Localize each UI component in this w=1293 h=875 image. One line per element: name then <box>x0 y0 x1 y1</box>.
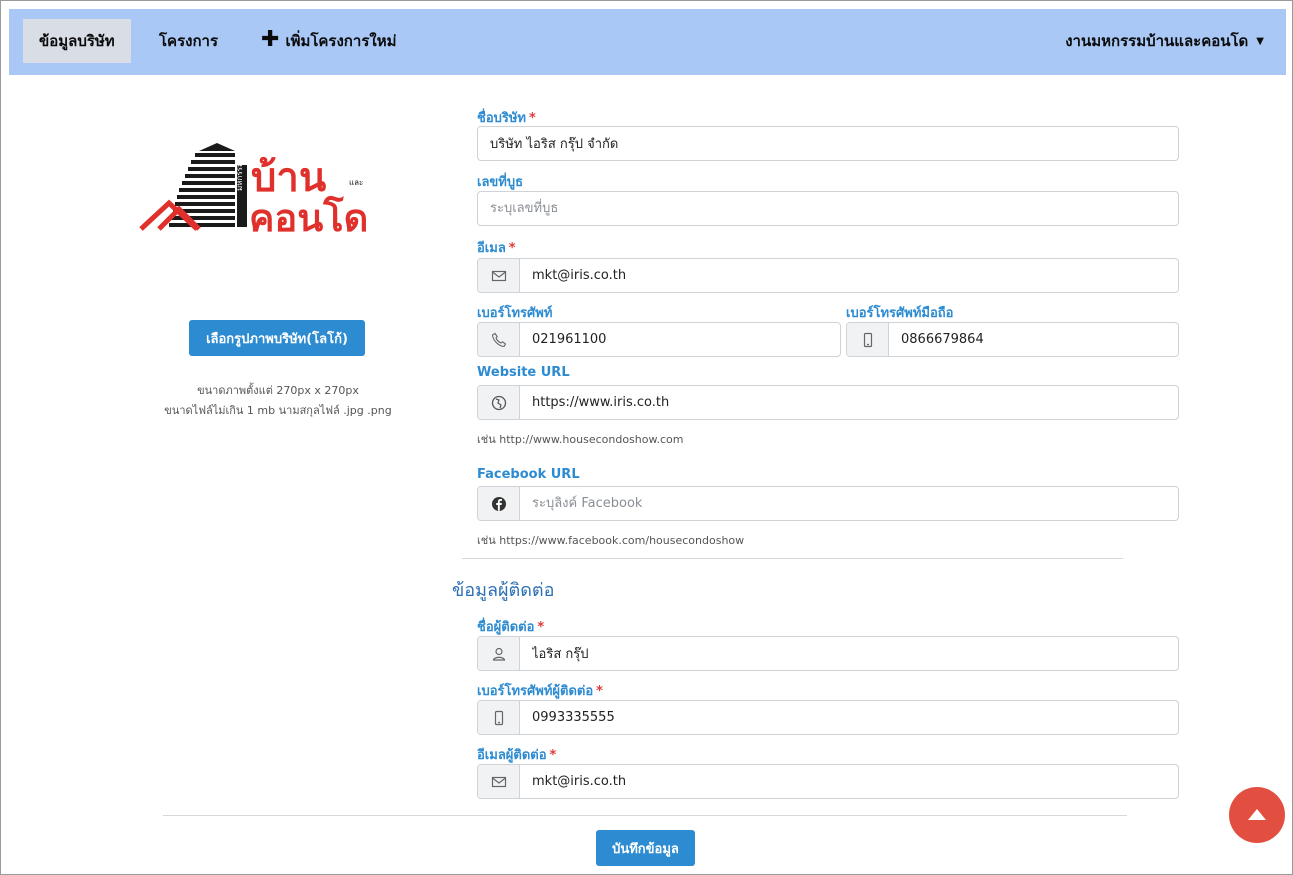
plus-icon: ✚ <box>261 26 280 52</box>
required-mark: * <box>508 241 516 256</box>
nav-projects-label: โครงการ <box>159 32 219 50</box>
choose-logo-button[interactable]: เลือกรูปภาพบริษัท(โลโก้) <box>189 320 365 356</box>
user-menu-label: งานมหกรรมบ้านและคอนโด <box>1065 32 1249 50</box>
required-mark: * <box>596 684 603 699</box>
user-menu[interactable]: งานมหกรรมบ้านและคอนโด ▼ <box>1065 19 1264 63</box>
contact-phone-label-text: เบอร์โทรศัพท์ผู้ติดต่อ <box>477 684 594 699</box>
email-label: อีเมล * <box>477 237 516 258</box>
image-size-hint: ขนาดภาพตั้งแต่ 270px x 270px <box>197 384 359 397</box>
booth-number-field <box>477 191 1179 226</box>
nav-company-info[interactable]: ข้อมูลบริษัท <box>23 19 131 63</box>
logo-text-top: บ้าน <box>251 155 326 201</box>
company-name-label-text: ชื่อบริษัท <box>477 111 527 126</box>
save-button[interactable]: บันทึกข้อมูล <box>596 830 695 866</box>
contact-email-input[interactable] <box>520 765 1178 798</box>
contact-email-label-text: อีเมลผู้ติดต่อ <box>477 748 547 763</box>
mail-icon <box>478 765 520 798</box>
mobile-label: เบอร์โทรศัพท์มือถือ <box>846 306 954 321</box>
website-field <box>477 385 1179 420</box>
email-label-text: อีเมล <box>477 241 506 256</box>
section-divider <box>462 558 1123 559</box>
website-label: Website URL <box>477 365 570 380</box>
user-icon <box>478 637 520 670</box>
mobile-icon <box>478 701 520 734</box>
globe-icon <box>478 386 520 419</box>
email-input[interactable] <box>520 259 1178 292</box>
file-size-hint: ขนาดไฟล์ไม่เกิน 1 mb นามสกุลไฟล์ .jpg .p… <box>164 404 392 417</box>
facebook-input[interactable] <box>520 487 1178 520</box>
company-name-input[interactable] <box>478 127 1178 160</box>
contact-phone-label: เบอร์โทรศัพท์ผู้ติดต่อ * <box>477 680 603 701</box>
required-mark: * <box>549 748 557 763</box>
required-mark: * <box>537 620 545 635</box>
phone-field <box>477 322 841 357</box>
contact-name-input[interactable] <box>520 637 1178 670</box>
scroll-to-top-button[interactable] <box>1229 787 1285 843</box>
logo-vertical-text: มหกรรม <box>235 162 244 191</box>
company-logo: มหกรรม บ้าน และ คอนโด <box>139 139 419 240</box>
contact-email-field <box>477 764 1179 799</box>
booth-number-label: เลขที่บูธ <box>477 175 524 190</box>
logo-text-bottom: คอนโด <box>249 195 368 239</box>
website-help: เช่น http://www.housecondoshow.com <box>477 433 684 446</box>
company-name-label: ชื่อบริษัท * <box>477 107 536 128</box>
bottom-divider <box>163 815 1127 816</box>
contact-section-title: ข้อมูลผู้ติดต่อ <box>452 580 555 601</box>
required-mark: * <box>529 111 536 126</box>
nav-add-project-label: เพิ่มโครงการใหม่ <box>285 32 397 50</box>
top-navbar: ข้อมูลบริษัท โครงการ ✚ เพิ่มโครงการใหม่ … <box>9 9 1286 75</box>
facebook-label: Facebook URL <box>477 467 580 482</box>
nav-company-info-label: ข้อมูลบริษัท <box>39 32 115 50</box>
contact-name-label: ชื่อผู้ติดต่อ * <box>477 616 544 637</box>
facebook-icon <box>478 487 520 520</box>
website-input[interactable] <box>520 386 1178 419</box>
mobile-icon <box>847 323 889 356</box>
phone-icon <box>478 323 520 356</box>
email-field <box>477 258 1179 293</box>
mail-icon <box>478 259 520 292</box>
facebook-field <box>477 486 1179 521</box>
facebook-help: เช่น https://www.facebook.com/housecondo… <box>477 534 745 547</box>
mobile-field <box>846 322 1179 357</box>
logo-small-text: และ <box>349 178 363 187</box>
contact-email-label: อีเมลผู้ติดต่อ * <box>477 744 556 765</box>
nav-add-project[interactable]: ✚ เพิ่มโครงการใหม่ <box>261 19 396 63</box>
contact-phone-input[interactable] <box>520 701 1178 734</box>
nav-projects[interactable]: โครงการ <box>159 19 218 63</box>
caret-down-icon: ▼ <box>1256 35 1264 47</box>
company-name-field <box>477 126 1179 161</box>
contact-name-label-text: ชื่อผู้ติดต่อ <box>477 620 535 635</box>
contact-name-field <box>477 636 1179 671</box>
booth-number-input[interactable] <box>478 192 1178 225</box>
mobile-input[interactable] <box>889 323 1178 356</box>
contact-phone-field <box>477 700 1179 735</box>
phone-label: เบอร์โทรศัพท์ <box>477 306 553 321</box>
phone-input[interactable] <box>520 323 840 356</box>
arrow-up-icon <box>1248 809 1266 820</box>
